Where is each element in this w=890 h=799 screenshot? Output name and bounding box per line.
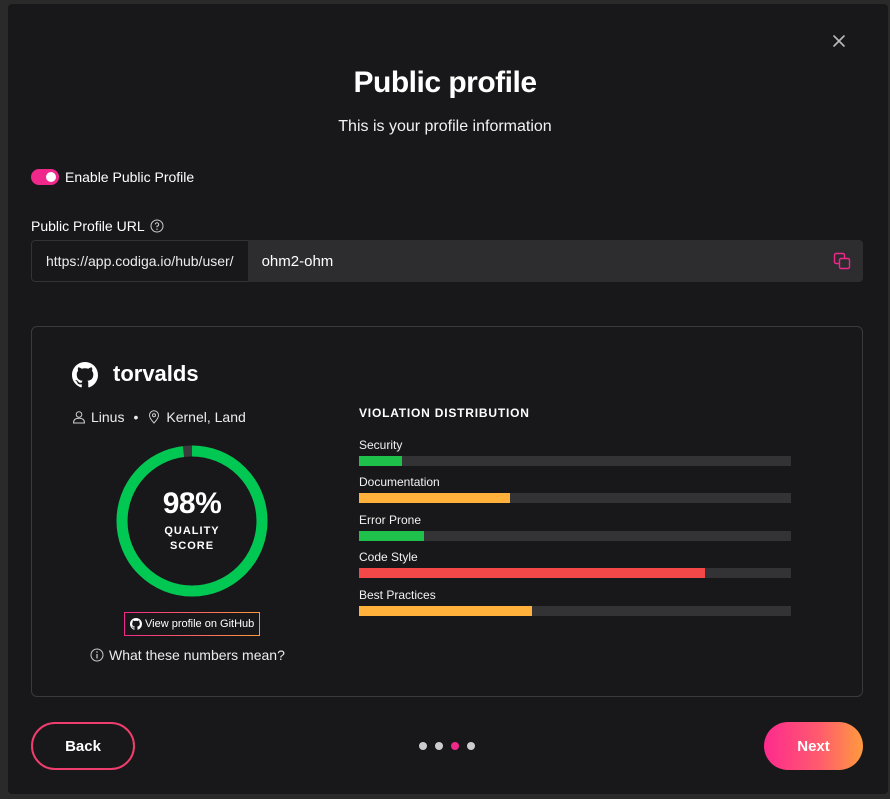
violation-item-best-practices: Best Practices — [359, 588, 791, 616]
score-label: QUALITY SCORE — [164, 525, 220, 552]
violation-track — [359, 606, 791, 616]
step-indicator — [419, 742, 475, 750]
page-title: Public profile — [353, 66, 537, 99]
info-icon — [90, 648, 104, 662]
profile-meta: Linus • Kernel, Land — [72, 409, 246, 425]
violation-label: Security — [359, 438, 403, 452]
score-value: 98% — [162, 487, 222, 520]
violation-item-error-prone: Error Prone — [359, 513, 791, 541]
url-input-wrapper — [247, 240, 863, 282]
meta-separator: • — [133, 409, 139, 425]
violation-track — [359, 493, 791, 503]
back-button[interactable]: Back — [31, 722, 135, 770]
view-github-profile-button[interactable]: View profile on GitHub — [124, 612, 261, 636]
step-dot[interactable] — [435, 742, 443, 750]
github-icon — [130, 618, 142, 630]
violation-label: Error Prone — [359, 513, 422, 527]
violation-track — [359, 531, 791, 541]
violation-track — [359, 568, 791, 578]
step-dot[interactable] — [419, 742, 427, 750]
url-label: Public Profile URL — [31, 218, 145, 234]
github-icon — [72, 362, 98, 388]
toggle-knob — [46, 172, 56, 182]
violation-distribution-title: VIOLATION DISTRIBUTION — [359, 406, 530, 420]
violation-label: Best Practices — [359, 588, 436, 602]
profile-card: torvalds Linus • Kernel, Land 98% QUALIT… — [31, 326, 863, 697]
violation-bar — [359, 568, 705, 578]
page-subtitle: This is your profile information — [338, 118, 552, 135]
violation-track — [359, 456, 791, 466]
violation-bar — [359, 606, 532, 616]
profile-username: torvalds — [113, 361, 199, 386]
close-icon — [833, 35, 845, 47]
step-dot[interactable] — [451, 742, 459, 750]
close-button[interactable] — [829, 31, 849, 51]
numbers-help-link[interactable]: What these numbers mean? — [90, 647, 285, 663]
violation-bar — [359, 456, 403, 466]
location-pin-icon — [149, 410, 160, 424]
user-icon — [72, 411, 86, 424]
public-profile-toggle[interactable] — [31, 169, 59, 185]
violation-item-documentation: Documentation — [359, 475, 791, 503]
copy-icon — [833, 252, 851, 270]
violation-label: Documentation — [359, 475, 440, 489]
violation-label: Code Style — [359, 550, 418, 564]
question-circle-icon[interactable] — [150, 219, 164, 233]
public-profile-toggle-row: Enable Public Profile — [31, 167, 194, 187]
next-button[interactable]: Next — [764, 722, 863, 770]
url-prefix: https://app.codiga.io/hub/user/ — [31, 240, 248, 282]
violation-bar — [359, 531, 424, 541]
profile-url-field: https://app.codiga.io/hub/user/ — [31, 240, 863, 282]
numbers-help-text: What these numbers mean? — [109, 647, 285, 663]
copy-button[interactable] — [832, 251, 852, 271]
toggle-label: Enable Public Profile — [65, 169, 195, 185]
profile-name: Linus — [91, 409, 125, 425]
step-dot[interactable] — [467, 742, 475, 750]
violation-item-code-style: Code Style — [359, 550, 791, 578]
profile-location: Kernel, Land — [166, 409, 246, 425]
github-button-label: View profile on GitHub — [145, 618, 255, 630]
url-label-row: Public Profile URL — [31, 218, 164, 234]
url-slug-input[interactable] — [247, 240, 802, 282]
violation-item-security: Security — [359, 438, 791, 466]
quality-score: 98% QUALITY SCORE — [116, 445, 268, 597]
violation-bar — [359, 493, 511, 503]
